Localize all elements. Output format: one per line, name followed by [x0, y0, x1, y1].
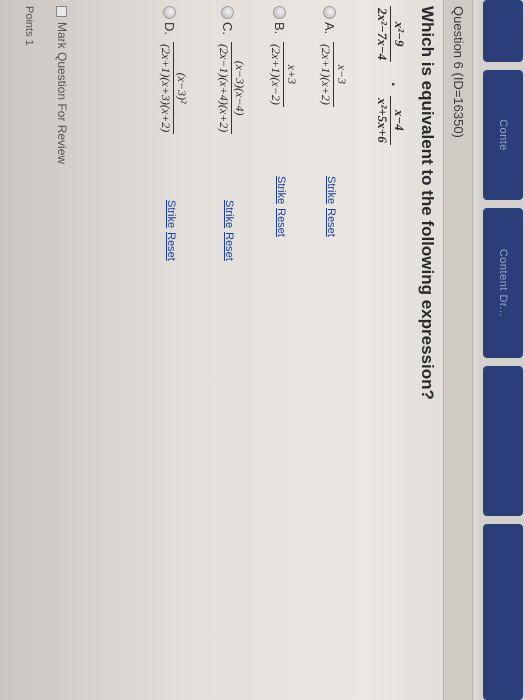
- nav-button-5[interactable]: [483, 524, 523, 700]
- choice-numerator-b: x+3: [285, 64, 299, 85]
- expression-numerator-1: x²−9: [392, 21, 407, 47]
- strike-link-a[interactable]: Strike: [325, 176, 337, 204]
- expression-fraction-1: x²−9 2x²−7x−4: [374, 6, 407, 63]
- strike-link-c[interactable]: Strike: [223, 200, 235, 228]
- choice-label-b: B.: [272, 22, 287, 35]
- review-label: Mark Question For Review: [55, 22, 69, 165]
- choice-c-links: Strike Reset: [223, 200, 235, 265]
- points-label: Points 1: [23, 6, 35, 46]
- nav-button-2[interactable]: Conte: [483, 70, 523, 200]
- multiply-operator: ·: [384, 82, 401, 88]
- strike-link-d[interactable]: Strike: [165, 200, 177, 228]
- expression-denominator-2: x²+5x+6: [374, 96, 391, 145]
- choice-b[interactable]: B. x+3 (2x+1)(x−2) Strike Reset: [259, 0, 299, 700]
- choice-fraction-c: (x−3)(x−4) (2x−1)(x+4)(x+2): [216, 42, 247, 135]
- question-number: Question 6 (ID=16350): [451, 6, 466, 138]
- question-prompt: Which is equivalent to the following exp…: [418, 6, 437, 400]
- choice-label-d: D.: [162, 22, 177, 35]
- radio-c[interactable]: [221, 6, 234, 19]
- reset-link-a[interactable]: Reset: [325, 208, 337, 237]
- top-nav-bar: Conte Content Dr...: [479, 0, 525, 700]
- choice-numerator-c: (x−3)(x−4): [233, 60, 247, 116]
- choice-fraction-d: (x−3)² (2x+1)(x+3)(x+2): [158, 42, 189, 135]
- expression-fraction-2: x−4 x²+5x+6: [374, 96, 407, 145]
- expression-numerator-2: x−4: [392, 109, 407, 131]
- radio-a[interactable]: [323, 6, 336, 19]
- choice-denominator-d: (2x+1)(x+3)(x+2): [158, 42, 174, 135]
- choice-numerator-a: x−3: [335, 64, 349, 85]
- choice-denominator-b: (2x+1)(x−2): [268, 42, 284, 107]
- nav-button-3[interactable]: Content Dr...: [483, 208, 523, 358]
- reset-link-b[interactable]: Reset: [275, 208, 287, 237]
- choice-d-links: Strike Reset: [165, 200, 177, 265]
- choice-denominator-c: (2x−1)(x+4)(x+2): [216, 42, 232, 135]
- mark-for-review[interactable]: Mark Question For Review: [55, 6, 69, 164]
- reset-link-c[interactable]: Reset: [223, 232, 235, 261]
- choice-numerator-d: (x−3)²: [175, 72, 189, 104]
- choice-a-links: Strike Reset: [325, 176, 337, 241]
- question-panel: Question 6 (ID=16350) Which is equivalen…: [0, 0, 479, 700]
- choice-b-links: Strike Reset: [275, 176, 287, 241]
- choice-d[interactable]: D. (x−3)² (2x+1)(x+3)(x+2) Strike Reset: [149, 0, 189, 700]
- screen: Conte Content Dr... Question 6 (ID=16350…: [0, 0, 525, 700]
- question-header: Question 6 (ID=16350): [443, 0, 473, 700]
- choice-denominator-a: (2x+1)(x+2): [318, 42, 334, 107]
- choice-label-a: A.: [322, 22, 337, 35]
- rotated-content: Conte Content Dr... Question 6 (ID=16350…: [0, 0, 525, 700]
- choice-c[interactable]: C. (x−3)(x−4) (2x−1)(x+4)(x+2) Strike Res…: [207, 0, 247, 700]
- expression-denominator-1: 2x²−7x−4: [374, 6, 391, 63]
- nav-button-4[interactable]: [483, 366, 523, 516]
- choice-fraction-b: x+3 (2x+1)(x−2): [268, 42, 299, 107]
- radio-b[interactable]: [273, 6, 286, 19]
- choice-label-c: C.: [220, 22, 235, 35]
- choice-a[interactable]: A. x−3 (2x+1)(x+2) Strike Reset: [309, 0, 349, 700]
- radio-d[interactable]: [163, 6, 176, 19]
- choice-fraction-a: x−3 (2x+1)(x+2): [318, 42, 349, 107]
- strike-link-b[interactable]: Strike: [275, 176, 287, 204]
- review-checkbox[interactable]: [55, 6, 67, 17]
- reset-link-d[interactable]: Reset: [165, 232, 177, 261]
- nav-button-1[interactable]: [483, 0, 523, 62]
